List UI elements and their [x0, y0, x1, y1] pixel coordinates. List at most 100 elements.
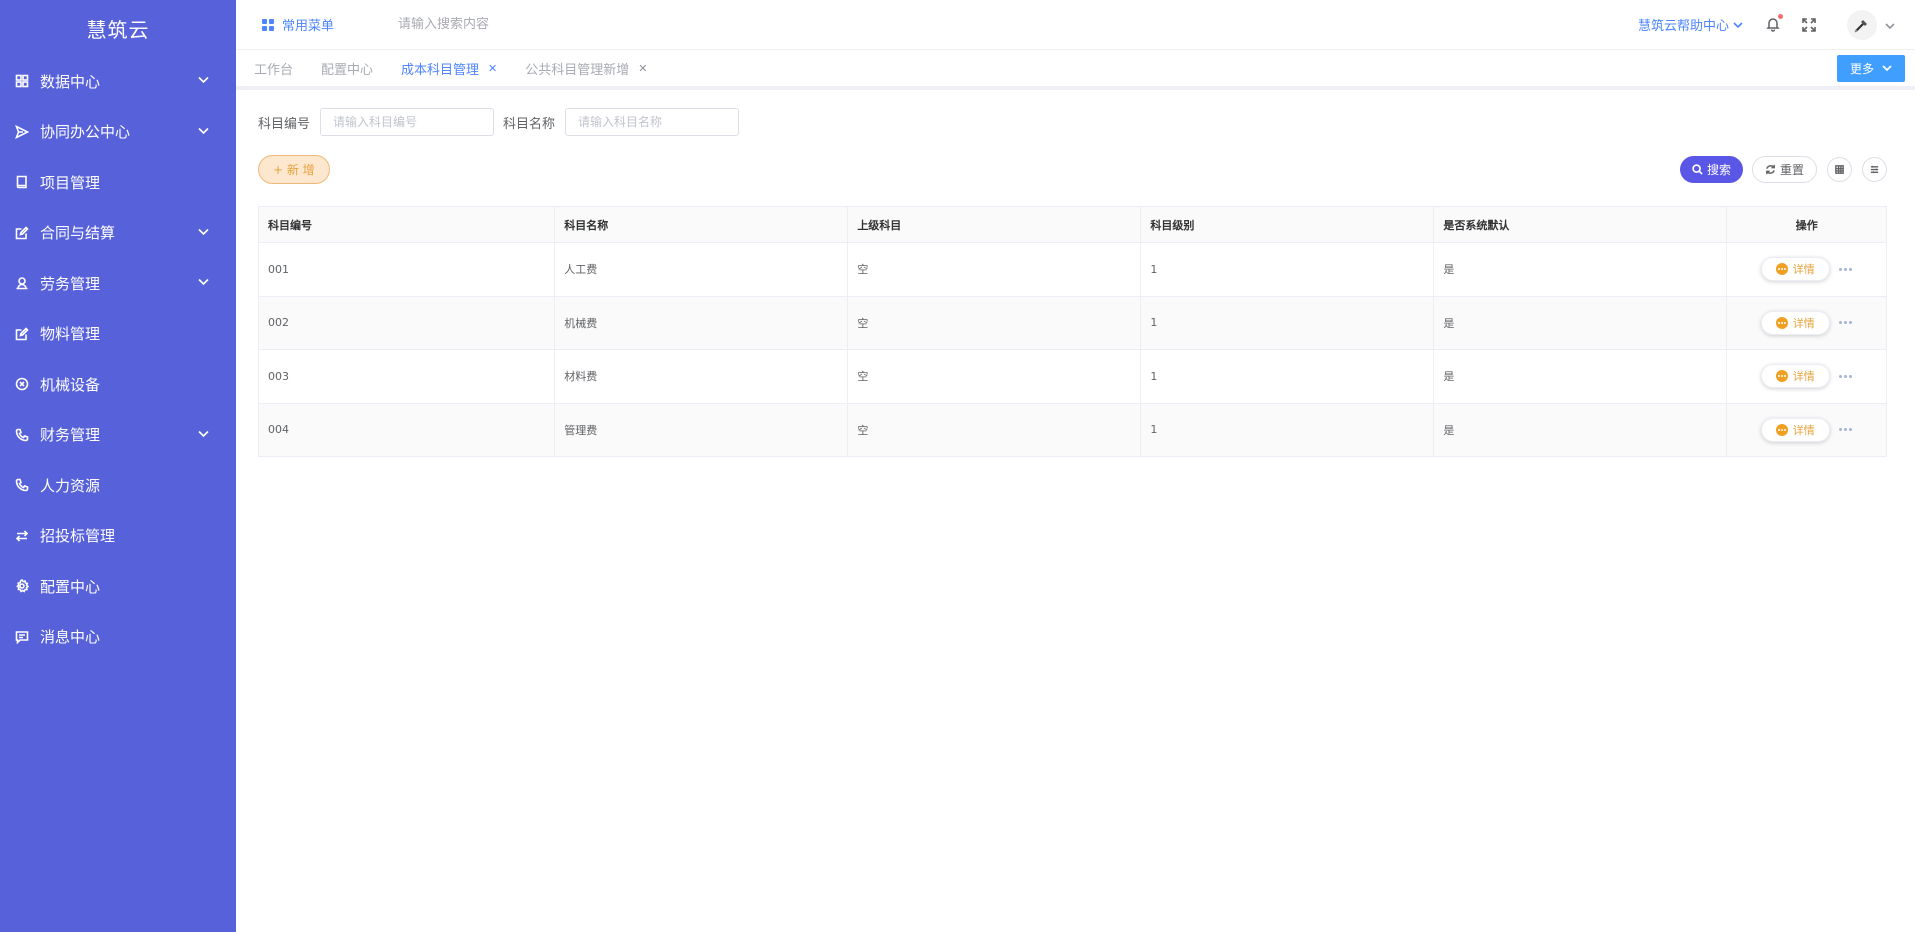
detail-button[interactable]: 详情 [1760, 364, 1830, 389]
cost-subject-table: 科目编号 科目名称 上级科目 科目级别 是否系统默认 操作 001 人工费空 1 是详情 002 机… [257, 206, 1887, 457]
filter-settings-button[interactable] [1862, 156, 1887, 182]
tab-0[interactable]: 工作台 [254, 59, 293, 78]
more-circle-icon [1775, 370, 1788, 383]
sidebar-item-label: 消息中心 [40, 628, 101, 647]
brand-logo: 慧筑云 [86, 17, 150, 42]
gear-icon [14, 578, 30, 594]
chevron-down-icon [197, 224, 210, 242]
table-row: 002 机械费空 1 是 详情 [257, 295, 1887, 350]
table-cell: 1 [1140, 242, 1435, 297]
tab-label: 成本科目管理 [401, 62, 480, 78]
app-root: 慧筑云 数据中心 协同办公中心 项目管理 合同与结算 劳务管理 物料管理 机械设备 财务管理人… [0, 0, 1915, 932]
sidebar-item-label: 物料管理 [40, 325, 101, 344]
table-cell: 是 [1433, 402, 1728, 457]
sidebar-item-4[interactable]: 劳务管理 [0, 258, 236, 309]
tabs-bar: 工作台 配置中心 成本科目管理 ✕ 公共科目管理新增 ✕ 更多 [236, 50, 1915, 90]
table-row: 003 材料费空 1 是 详情 [257, 349, 1887, 404]
more-actions-icon[interactable] [1838, 321, 1853, 325]
operation-cell: 详情 [1726, 402, 1887, 457]
tab-1[interactable]: 配置中心 [321, 59, 373, 78]
more-actions-icon[interactable] [1838, 267, 1853, 271]
table-cell: 004 [257, 402, 556, 457]
sidebar-item-label: 劳务管理 [40, 274, 101, 293]
sidebar-item-8[interactable]: 人力资源 [0, 460, 236, 511]
sidebar-item-label: 机械设备 [40, 375, 101, 394]
more-actions-icon[interactable] [1838, 428, 1853, 432]
chevron-down-icon [197, 72, 210, 90]
sidebar-item-label: 合同与结算 [40, 224, 116, 243]
tab-list: 工作台 配置中心 成本科目管理 ✕ 公共科目管理新增 ✕ [254, 59, 676, 78]
table-cell: 空 [847, 349, 1142, 404]
table-cell: 1 [1140, 295, 1435, 350]
phone-icon [14, 477, 30, 493]
tab-label: 公共科目管理新增 [525, 62, 630, 78]
chevron-down-icon [1882, 65, 1892, 72]
user-menu-chevron-icon[interactable] [1885, 20, 1895, 30]
sidebar-item-label: 数据中心 [40, 72, 101, 91]
sidebar-item-11[interactable]: 消息中心 [0, 612, 236, 663]
tab-2[interactable]: 成本科目管理 ✕ [401, 59, 497, 78]
table-cell: 空 [847, 242, 1142, 297]
sidebar-item-10[interactable]: 配置中心 [0, 561, 236, 612]
sidebar-item-1[interactable]: 协同办公中心 [0, 107, 236, 158]
sidebar-item-2[interactable]: 项目管理 [0, 157, 236, 208]
global-search-input[interactable] [398, 17, 619, 32]
close-icon[interactable]: ✕ [638, 62, 647, 75]
more-circle-icon [1775, 423, 1788, 436]
detail-button[interactable]: 详情 [1760, 257, 1830, 282]
grid-icon [14, 73, 30, 89]
sidebar-item-5[interactable]: 物料管理 [0, 309, 236, 360]
edit-doc-icon [14, 225, 30, 241]
more-circle-icon [1775, 316, 1788, 329]
book-icon [14, 174, 30, 190]
sidebar-item-label: 配置中心 [40, 577, 101, 596]
circle-x-icon [14, 376, 30, 392]
code-filter-input[interactable] [320, 108, 495, 136]
sidebar-item-7[interactable]: 财务管理 [0, 410, 236, 461]
sidebar-item-label: 人力资源 [40, 476, 101, 495]
common-menu-label: 常用菜单 [282, 19, 335, 34]
sidebar-item-6[interactable]: 机械设备 [0, 359, 236, 410]
column-settings-button[interactable] [1827, 156, 1852, 182]
more-actions-icon[interactable] [1838, 374, 1853, 378]
sidebar-item-label: 协同办公中心 [40, 123, 131, 142]
column-header: 科目名称 [554, 206, 849, 243]
sidebar-item-3[interactable]: 合同与结算 [0, 208, 236, 259]
table-cell: 1 [1140, 349, 1435, 404]
sidebar-item-9[interactable]: 招投标管理 [0, 511, 236, 562]
common-menu-button[interactable]: 常用菜单 [262, 15, 334, 34]
search-button-label: 搜索 [1706, 162, 1731, 177]
column-header: 是否系统默认 [1433, 206, 1728, 243]
table-cell: 材料费 [554, 349, 849, 404]
action-bar-right: 搜索 重置 [1679, 155, 1887, 183]
help-center-dropdown[interactable]: 慧筑云帮助中心 [1638, 15, 1743, 34]
page-content: 科目编号 科目名称 + 新 增 搜索 重置 [236, 90, 1915, 457]
worker-icon [14, 275, 30, 291]
table-cell: 是 [1433, 242, 1728, 297]
top-right-tools: 慧筑云帮助中心 [1638, 9, 1895, 40]
table-cell: 空 [847, 402, 1142, 457]
detail-button[interactable]: 详情 [1760, 417, 1830, 442]
add-button[interactable]: + 新 增 [258, 154, 330, 184]
reset-button[interactable]: 重置 [1751, 155, 1817, 183]
name-filter-input[interactable] [565, 108, 740, 136]
detail-button[interactable]: 详情 [1760, 310, 1830, 335]
more-tabs-button[interactable]: 更多 [1836, 54, 1905, 82]
table-cell: 003 [257, 349, 556, 404]
search-button[interactable]: 搜索 [1679, 155, 1743, 183]
chevron-down-icon [197, 426, 210, 444]
notification-bell-icon[interactable] [1765, 13, 1783, 34]
detail-label: 详情 [1792, 316, 1815, 330]
column-header: 上级科目 [847, 206, 1142, 243]
user-avatar[interactable] [1847, 9, 1877, 40]
fullscreen-icon[interactable] [1801, 17, 1817, 33]
main-area: 常用菜单 慧筑云帮助中心 [236, 0, 1915, 932]
sidebar-item-0[interactable]: 数据中心 [0, 56, 236, 107]
filter-bar: 科目编号 科目名称 [258, 108, 1887, 136]
table-cell: 是 [1433, 349, 1728, 404]
table-row: 001 人工费空 1 是 详情 [257, 242, 1887, 297]
edit-doc-icon [14, 326, 30, 342]
tab-3[interactable]: 公共科目管理新增 ✕ [525, 59, 647, 78]
close-icon[interactable]: ✕ [488, 62, 497, 75]
table-cell: 人工费 [554, 242, 849, 297]
